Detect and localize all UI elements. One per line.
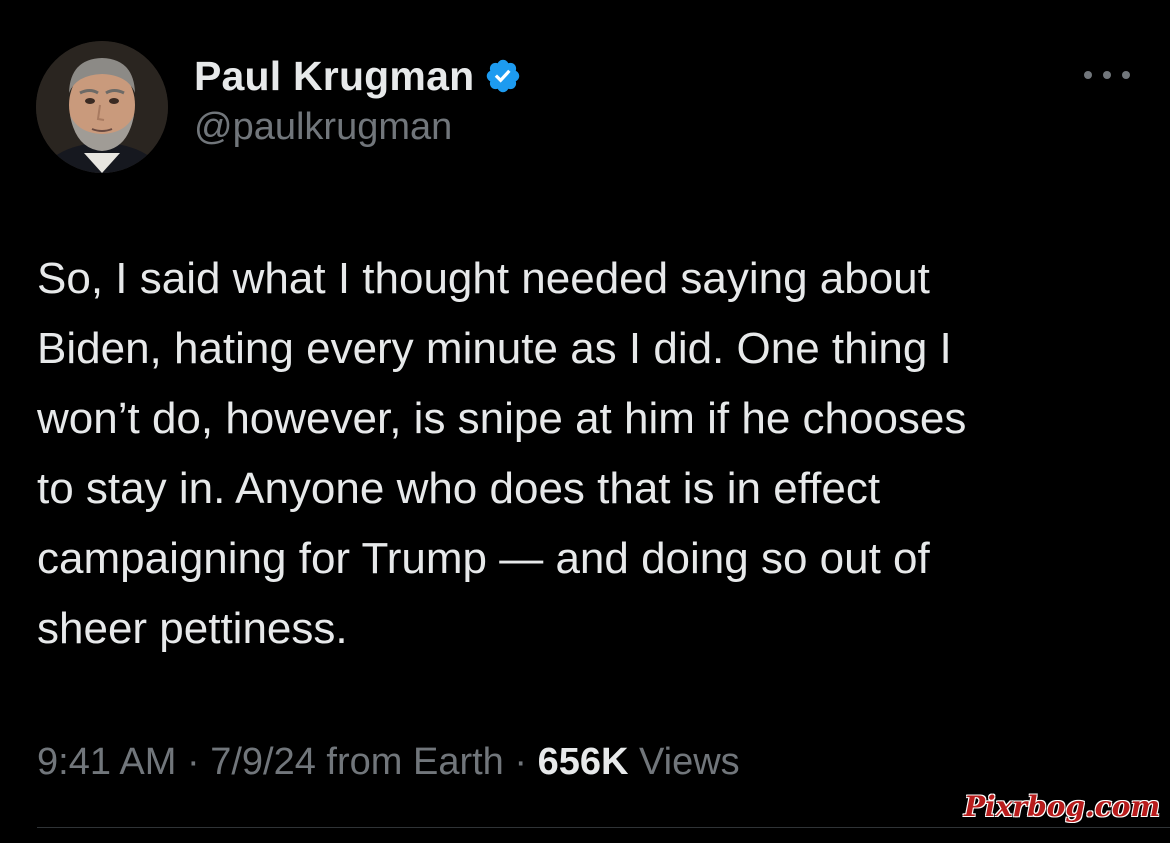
meta-separator: · [186, 741, 200, 783]
author-name-row[interactable]: Paul Krugman [194, 50, 522, 102]
tweet-text: So, I said what I thought needed saying … [37, 244, 1137, 664]
user-handle[interactable]: @paulkrugman [194, 106, 452, 149]
tweet-text-line: sheer pettiness. [37, 604, 348, 653]
verified-badge-shape [487, 59, 520, 93]
more-horizontal-icon[interactable] [1084, 60, 1130, 90]
watermark: Pixrbog.com [964, 790, 1161, 823]
tweet-text-line: won’t do, however, is snipe at him if he… [37, 394, 967, 443]
views-label[interactable]: Views [639, 741, 740, 783]
tweet-date[interactable]: 7/9/24 [210, 741, 316, 783]
avatar-portrait [36, 41, 168, 173]
more-dot [1084, 71, 1092, 79]
verified-badge-icon[interactable] [484, 57, 522, 95]
tweet-text-line: So, I said what I thought needed saying … [37, 254, 930, 303]
tweet-text-line: campaigning for Trump — and doing so out… [37, 534, 930, 583]
views-count[interactable]: 656K [538, 741, 629, 783]
tweet-time[interactable]: 9:41 AM [37, 741, 176, 783]
tweet-text-line: Biden, hating every minute as I did. One… [37, 324, 952, 373]
tweet-text-line: to stay in. Anyone who does that is in e… [37, 464, 881, 513]
more-dot [1103, 71, 1111, 79]
display-name[interactable]: Paul Krugman [194, 53, 474, 100]
avatar[interactable] [36, 41, 168, 173]
more-dot [1122, 71, 1130, 79]
meta-separator: · [514, 741, 528, 783]
divider [37, 827, 1170, 828]
tweet-meta: 9:41 AM · 7/9/24 from Earth · 656K Views [37, 741, 740, 784]
tweet-source: from Earth [326, 741, 504, 783]
